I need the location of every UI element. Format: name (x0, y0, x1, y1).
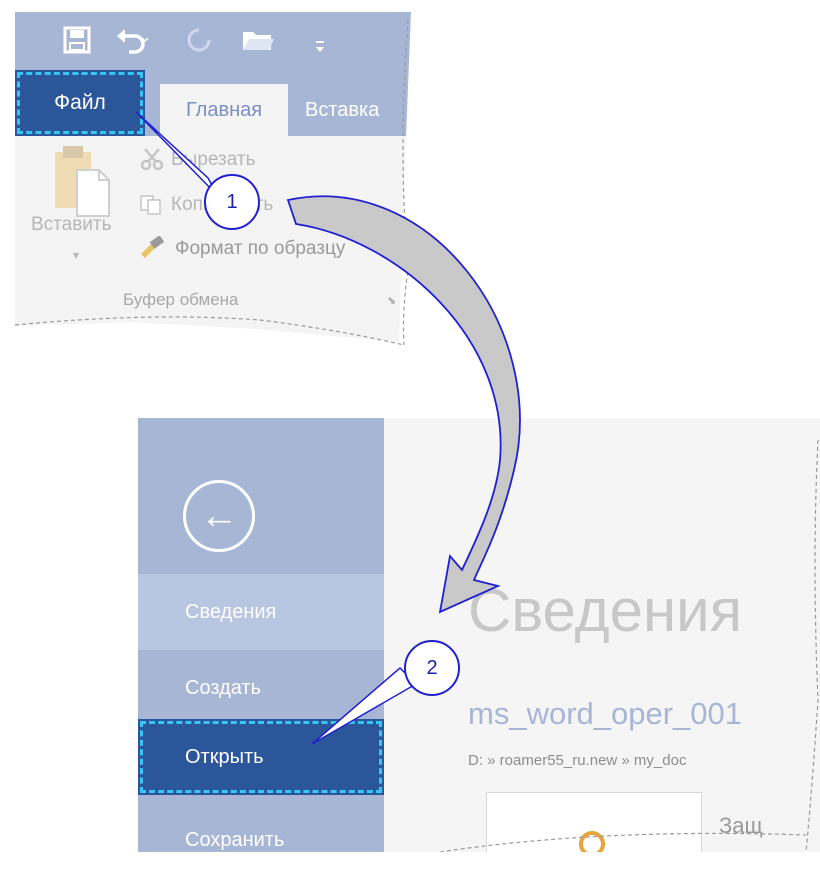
callout-1-pointer (135, 111, 219, 197)
callout-badge-2: 2 (404, 640, 460, 696)
callout-2-pointer (311, 666, 418, 745)
annotation-overlay (135, 111, 521, 745)
callout-badge-1: 1 (204, 174, 260, 230)
curved-arrow-icon (286, 195, 521, 614)
